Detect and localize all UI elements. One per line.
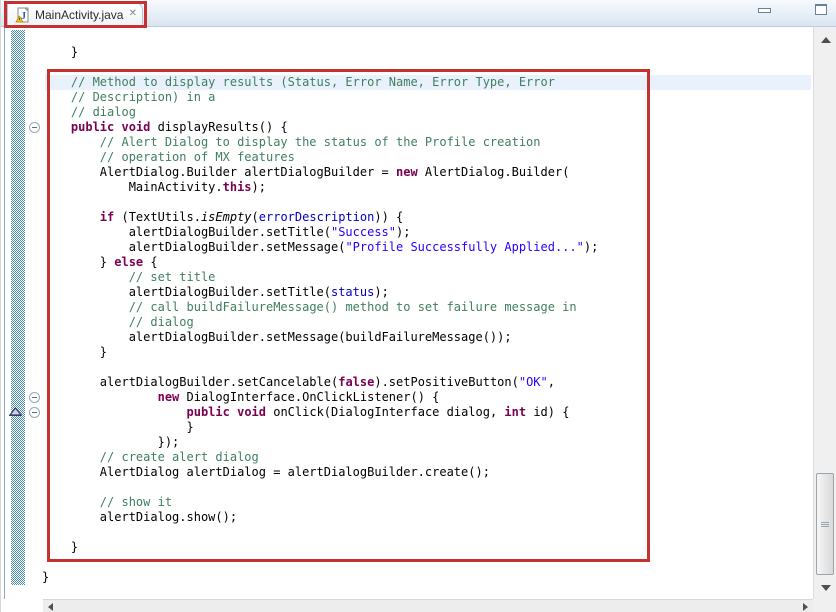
code-line[interactable] <box>1 480 811 495</box>
code-line[interactable]: alertDialogBuilder.setCancelable(false).… <box>1 375 811 390</box>
code-line[interactable]: if (TextUtils.isEmpty(errorDescription))… <box>1 210 811 225</box>
code-line[interactable]: alertDialogBuilder.setMessage("Profile S… <box>1 240 811 255</box>
minimize-icon[interactable] <box>758 8 771 13</box>
code-line[interactable]: alertDialogBuilder.setTitle("Success"); <box>1 225 811 240</box>
scrollbar-corner <box>813 599 836 612</box>
code-line[interactable]: // show it <box>1 495 811 510</box>
code-line[interactable]: // Method to display results (Status, Er… <box>1 75 811 90</box>
code-line[interactable]: alertDialogBuilder.setTitle(status); <box>1 285 811 300</box>
scroll-right-icon[interactable] <box>803 603 808 611</box>
code-line[interactable]: // Alert Dialog to display the status of… <box>1 135 811 150</box>
eclipse-editor-window: J MainActivity.java ✕ } // Method to dis… <box>0 0 836 612</box>
code-line[interactable] <box>1 195 811 210</box>
java-file-warning-icon: J <box>15 7 31 23</box>
scroll-left-icon[interactable] <box>48 603 53 611</box>
tab-close-icon[interactable]: ✕ <box>129 8 137 20</box>
code-line[interactable]: // create alert dialog <box>1 450 811 465</box>
code-line[interactable]: } <box>1 45 811 60</box>
code-line[interactable]: public void onClick(DialogInterface dial… <box>1 405 811 420</box>
code-line[interactable]: AlertDialog.Builder alertDialogBuilder =… <box>1 165 811 180</box>
scrollbar-grip-icon <box>821 522 829 527</box>
code-line[interactable]: AlertDialog alertDialog = alertDialogBui… <box>1 465 811 480</box>
code-line[interactable]: alertDialog.show(); <box>1 510 811 525</box>
code-line[interactable]: // dialog <box>1 105 811 120</box>
tab-label: MainActivity.java <box>35 8 123 22</box>
code-line[interactable]: // Description) in a <box>1 90 811 105</box>
editor-tab-bar: J MainActivity.java ✕ <box>1 0 836 27</box>
code-line[interactable]: } <box>1 540 811 555</box>
scroll-down-icon[interactable] <box>821 585 831 591</box>
code-line[interactable] <box>1 360 811 375</box>
code-line[interactable]: MainActivity.this); <box>1 180 811 195</box>
code-line[interactable]: // dialog <box>1 315 811 330</box>
code-line[interactable]: } else { <box>1 255 811 270</box>
code-line[interactable]: } <box>1 570 811 585</box>
horizontal-scrollbar[interactable] <box>43 599 813 612</box>
code-line[interactable]: // set title <box>1 270 811 285</box>
scroll-up-icon[interactable] <box>821 37 831 43</box>
code-line[interactable]: alertDialogBuilder.setMessage(buildFailu… <box>1 330 811 345</box>
vertical-scrollbar[interactable] <box>813 27 836 599</box>
code-line[interactable] <box>1 555 811 570</box>
code-line[interactable]: // operation of MX features <box>1 150 811 165</box>
tab-mainactivity-java[interactable]: J MainActivity.java ✕ <box>7 2 143 27</box>
code-line[interactable]: } <box>1 345 811 360</box>
code-line[interactable]: } <box>1 420 811 435</box>
code-line[interactable] <box>1 60 811 75</box>
code-line[interactable]: // call buildFailureMessage() method to … <box>1 300 811 315</box>
maximize-icon[interactable] <box>815 4 827 15</box>
code-line[interactable]: public void displayResults() { <box>1 120 811 135</box>
code-line[interactable]: new DialogInterface.OnClickListener() { <box>1 390 811 405</box>
vertical-scrollbar-thumb[interactable] <box>816 473 834 575</box>
code-line[interactable] <box>1 525 811 540</box>
code-line[interactable]: }); <box>1 435 811 450</box>
code-area[interactable]: } // Method to display results (Status, … <box>1 45 811 585</box>
